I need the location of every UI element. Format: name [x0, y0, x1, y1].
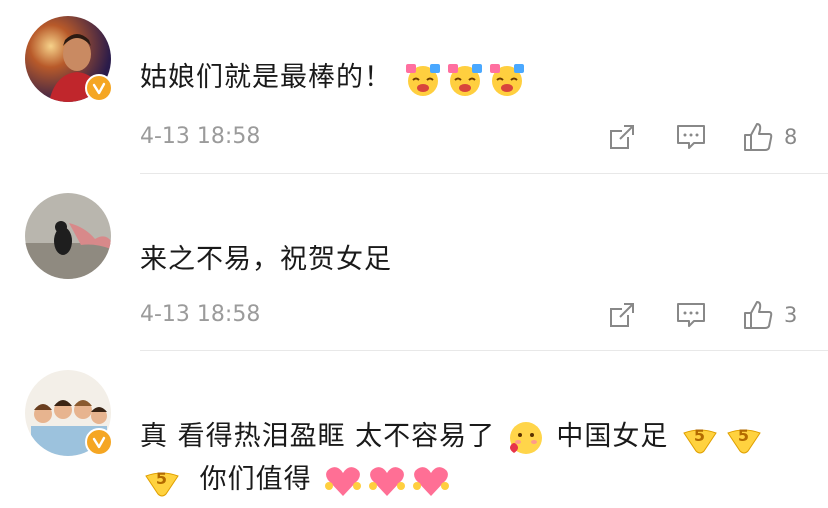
like-button[interactable]: 8 — [742, 121, 797, 153]
avatar[interactable] — [25, 193, 111, 279]
share-button[interactable] — [608, 301, 636, 329]
like-count: 8 — [784, 125, 798, 149]
doge-cheer-emoji-icon — [405, 63, 440, 96]
verified-badge-icon — [85, 428, 113, 456]
avatar[interactable] — [25, 16, 113, 102]
doge-cheer-emoji-icon — [447, 63, 482, 96]
divider — [140, 350, 828, 351]
shy-face-emoji-icon — [509, 421, 542, 454]
svg-text:5: 5 — [694, 426, 706, 445]
comment-text: 来之不易，祝贺女足 — [140, 244, 392, 275]
heart-hug-emoji-icon — [413, 466, 450, 496]
comment-icon — [677, 303, 705, 327]
svg-text:5: 5 — [738, 426, 750, 445]
avatar[interactable] — [25, 370, 113, 456]
share-icon — [610, 125, 634, 149]
like-button[interactable]: 3 — [742, 299, 797, 331]
verified-badge-icon — [85, 74, 113, 102]
comment-button[interactable] — [676, 123, 706, 151]
comment-text-part2: 中国女足 — [556, 421, 669, 452]
five-hand-emoji-icon: 5 — [145, 469, 179, 496]
thumbs-up-icon — [744, 301, 773, 329]
divider — [140, 173, 828, 174]
five-hand-emoji-icon: 5 — [727, 426, 761, 453]
heart-hug-emoji-icon — [325, 466, 362, 496]
comment-time: 4-13 18:58 — [140, 302, 261, 327]
avatar-image — [25, 193, 111, 279]
comment-text-line2: 5 你们值得 — [140, 460, 453, 500]
svg-text:5: 5 — [156, 469, 168, 488]
comment-icon — [677, 125, 705, 149]
share-icon — [610, 303, 634, 327]
like-count: 3 — [784, 303, 798, 327]
comment-text: 姑娘们就是最棒的！ — [140, 58, 528, 98]
comment-time: 4-13 18:58 — [140, 124, 261, 149]
comment-text-part1: 真 看得热泪盈眶 太不容易了 — [140, 421, 496, 452]
comment-text-content: 姑娘们就是最棒的！ — [140, 62, 392, 93]
comment-button[interactable] — [676, 301, 706, 329]
thumbs-up-icon — [744, 123, 773, 151]
comment-text-part3: 你们值得 — [199, 464, 312, 495]
five-hand-emoji-icon: 5 — [683, 426, 717, 453]
doge-cheer-emoji-icon — [489, 63, 524, 96]
share-button[interactable] — [608, 123, 636, 151]
heart-hug-emoji-icon — [369, 466, 406, 496]
comment-text: 真 看得热泪盈眶 太不容易了 中国女足 5 5 — [140, 417, 766, 457]
